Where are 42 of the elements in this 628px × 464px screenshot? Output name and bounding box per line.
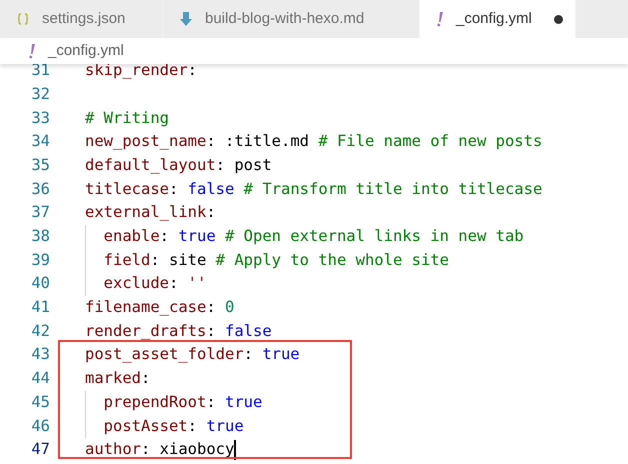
line-number: 39 (30, 250, 50, 271)
tab-label: _config.yml (456, 8, 532, 29)
line-number: 38 (30, 226, 50, 248)
exclamation-icon (436, 11, 444, 27)
tab-label: settings.json (42, 8, 126, 29)
line-number: 35 (30, 154, 50, 176)
line-number: 47 (30, 439, 50, 460)
code-line: post_asset_folder: true (85, 344, 300, 366)
down-arrow-icon (179, 11, 193, 27)
code-line: author: xiaobocy (85, 439, 234, 460)
code-line: enable: true # Open external links in new tab (104, 226, 524, 248)
text-cursor (234, 440, 236, 460)
exclamation-icon (28, 43, 36, 59)
line-number: 32 (30, 84, 50, 105)
line-number: 41 (30, 297, 50, 318)
line-number: 34 (30, 131, 50, 152)
line-number: 45 (30, 392, 50, 413)
code-line: titlecase: false # Transform title into titlecase (85, 178, 542, 200)
code-line: marked: (85, 368, 150, 390)
code-line: filename_case: 0 (85, 297, 234, 318)
line-number: 33 (30, 108, 50, 129)
line-number: 31 (30, 64, 50, 82)
line-number: 40 (30, 273, 50, 294)
code-line: external_link: (85, 202, 216, 224)
code-line: # Writing (85, 108, 169, 129)
code-line: new_post_name: :title.md # File name of new posts (85, 131, 542, 152)
code-line: postAsset: true (104, 416, 244, 437)
tab-label: build-blog-with-hexo.md (205, 8, 364, 29)
code-line: render_drafts: false (85, 320, 272, 342)
editor-tab[interactable]: _config.yml (420, 0, 576, 38)
braces-icon (16, 12, 30, 26)
line-number: 43 (30, 344, 50, 366)
code-line: prependRoot: true (104, 392, 262, 413)
code-line: exclude: '' (104, 273, 206, 294)
line-number: 46 (30, 416, 50, 437)
breadcrumb-item[interactable]: _config.yml (48, 40, 124, 62)
code-line: default_layout: post (85, 154, 272, 176)
line-number: 37 (30, 202, 50, 224)
line-number: 42 (30, 320, 50, 342)
code-line: field: site # Apply to the whole site (104, 250, 449, 271)
line-number: 36 (30, 178, 50, 200)
line-number: 44 (30, 368, 50, 390)
